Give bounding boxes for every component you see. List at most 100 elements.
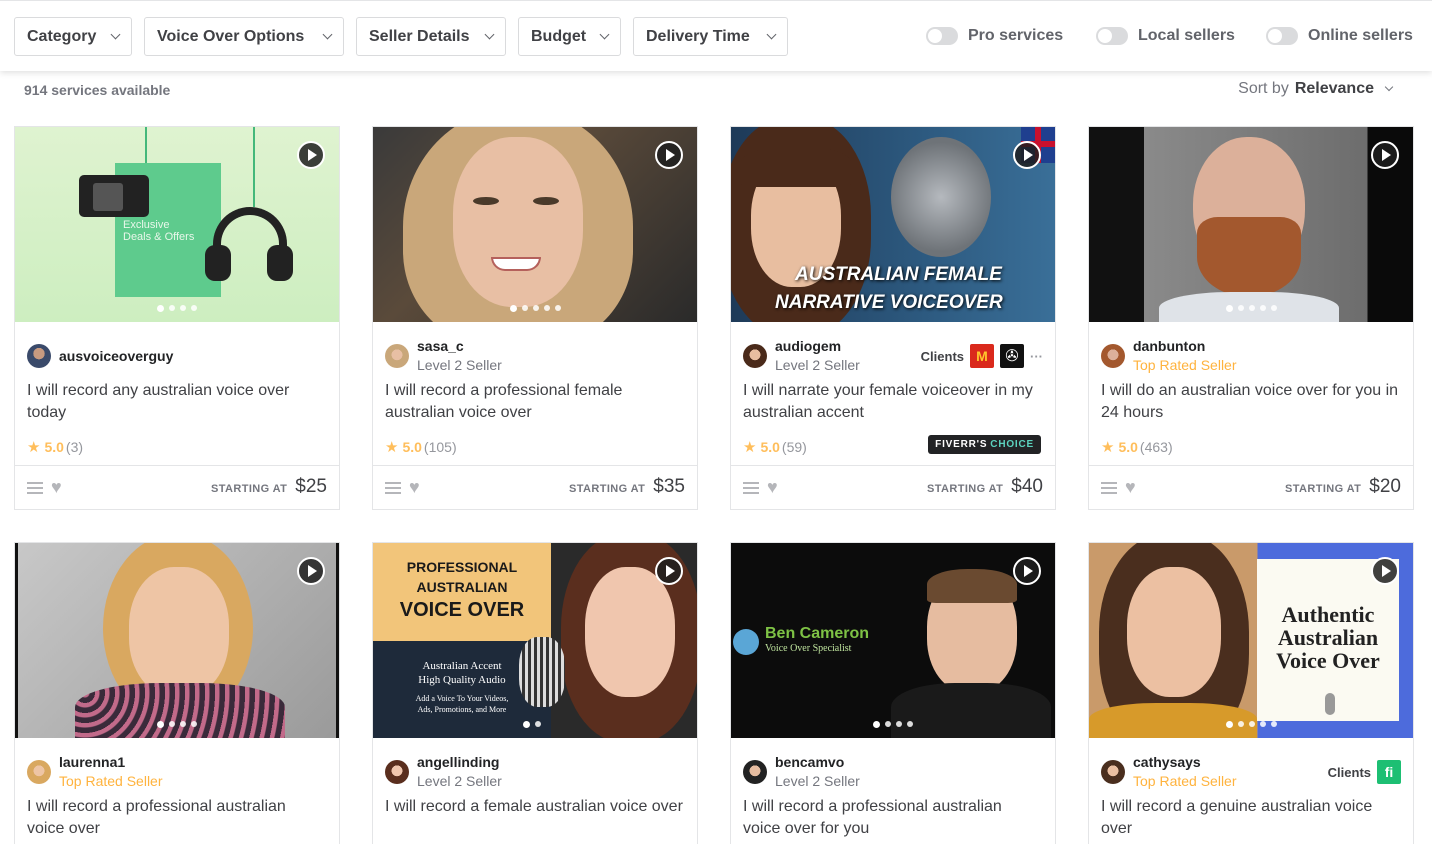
review-count: (3) xyxy=(65,439,84,455)
online-sellers-toggle[interactable]: Online sellers xyxy=(1266,27,1413,45)
gig-price[interactable]: STARTING AT $35 xyxy=(569,476,685,498)
carousel-dots[interactable] xyxy=(731,721,1055,728)
carousel-dots[interactable] xyxy=(373,721,697,728)
toggle-switch[interactable] xyxy=(1266,27,1298,45)
category-filter-button[interactable]: Category xyxy=(14,17,132,56)
carousel-dots[interactable] xyxy=(1089,305,1413,312)
gig-card[interactable]: Exclusive Deals & Offers ausvoiceoverguy… xyxy=(14,126,340,510)
seller-username[interactable]: audiogem xyxy=(775,338,841,354)
play-icon[interactable] xyxy=(1013,141,1041,169)
menu-icon[interactable] xyxy=(743,482,759,494)
carousel-dots[interactable] xyxy=(373,305,697,312)
gig-thumbnail[interactable]: Exclusive Deals & Offers xyxy=(15,127,339,322)
gig-price[interactable]: STARTING AT $40 xyxy=(927,476,1043,498)
rating-value: 5.0 xyxy=(402,439,422,455)
gig-card[interactable]: AUSTRALIAN FEMALE NARRATIVE VOICEOVER au… xyxy=(730,126,1056,510)
gig-title[interactable]: I will record a professional australian … xyxy=(27,796,327,840)
filter-label: Budget xyxy=(531,27,587,45)
more-icon[interactable]: ··· xyxy=(1030,349,1043,364)
avatar[interactable] xyxy=(1101,760,1125,784)
gig-card[interactable]: PROFESSIONAL AUSTRALIAN VOICE OVER Austr… xyxy=(372,542,698,844)
avatar[interactable] xyxy=(743,760,767,784)
play-icon[interactable] xyxy=(1371,141,1399,169)
avatar[interactable] xyxy=(743,344,767,368)
gig-card[interactable]: laurenna1 Top Rated Seller I will record… xyxy=(14,542,340,844)
avatar[interactable] xyxy=(385,760,409,784)
gig-thumbnail[interactable]: Authentic Australian Voice Over xyxy=(1089,543,1413,738)
gig-title[interactable]: I will record a female australian voice … xyxy=(385,796,685,818)
gig-thumbnail[interactable]: Ben Cameron Voice Over Specialist xyxy=(731,543,1055,738)
toggle-switch[interactable] xyxy=(926,27,958,45)
heart-icon[interactable]: ♥ xyxy=(409,477,420,498)
seller-username[interactable]: danbunton xyxy=(1133,338,1205,354)
budget-filter-button[interactable]: Budget xyxy=(518,17,621,56)
thumbnail-text: Authentic xyxy=(1281,602,1375,627)
play-icon[interactable] xyxy=(1013,557,1041,585)
seller-username[interactable]: angellinding xyxy=(417,754,499,770)
sort-label: Sort by xyxy=(1238,80,1289,97)
play-icon[interactable] xyxy=(655,141,683,169)
voice-over-options-filter-button[interactable]: Voice Over Options xyxy=(144,17,344,56)
carousel-dots[interactable] xyxy=(15,305,339,312)
gig-title[interactable]: I will do an australian voice over for y… xyxy=(1101,380,1401,424)
heart-icon[interactable]: ♥ xyxy=(1125,477,1136,498)
gig-card[interactable]: danbunton Top Rated Seller I will do an … xyxy=(1088,126,1414,510)
seller-username[interactable]: sasa_c xyxy=(417,338,464,354)
menu-icon[interactable] xyxy=(385,482,401,494)
price-amount: $35 xyxy=(653,476,685,497)
gig-card[interactable]: Ben Cameron Voice Over Specialist bencam… xyxy=(730,542,1056,844)
gig-title[interactable]: I will record a professional australian … xyxy=(743,796,1043,840)
toggle-switch[interactable] xyxy=(1096,27,1128,45)
avatar[interactable] xyxy=(1101,344,1125,368)
starting-at-label: STARTING AT xyxy=(568,483,646,495)
badge-text: FIVERR'S xyxy=(935,439,988,450)
filter-label: Seller Details xyxy=(369,27,470,45)
seller-details-filter-button[interactable]: Seller Details xyxy=(356,17,506,56)
rating-value: 5.0 xyxy=(760,439,780,455)
gig-card[interactable]: sasa_c Level 2 Seller I will record a pr… xyxy=(372,126,698,510)
seller-username[interactable]: laurenna1 xyxy=(59,754,125,770)
thumbnail-text: Ben Cameron xyxy=(765,625,870,642)
delivery-time-filter-button[interactable]: Delivery Time xyxy=(633,17,788,56)
chevron-down-icon xyxy=(110,29,121,40)
gig-thumbnail[interactable]: AUSTRALIAN FEMALE NARRATIVE VOICEOVER xyxy=(731,127,1055,322)
heart-icon[interactable]: ♥ xyxy=(51,477,62,498)
avatar[interactable] xyxy=(27,344,51,368)
starting-at-label: STARTING AT xyxy=(210,483,288,495)
results-count: 914 services available xyxy=(24,82,171,98)
play-icon[interactable] xyxy=(655,557,683,585)
gig-thumbnail[interactable] xyxy=(1089,127,1413,322)
menu-icon[interactable] xyxy=(1101,482,1117,494)
seller-level: Top Rated Seller xyxy=(1133,773,1237,789)
seller-username[interactable]: cathysays xyxy=(1133,754,1201,770)
avatar[interactable] xyxy=(27,760,51,784)
gig-rating: ★ 5.0 (59) xyxy=(743,438,807,456)
play-icon[interactable] xyxy=(297,141,325,169)
carousel-dots[interactable] xyxy=(1089,721,1413,728)
gig-price[interactable]: STARTING AT $25 xyxy=(211,476,327,498)
gig-thumbnail[interactable]: PROFESSIONAL AUSTRALIAN VOICE OVER Austr… xyxy=(373,543,697,738)
gig-title[interactable]: I will record any australian voice over … xyxy=(27,380,327,424)
carousel-dots[interactable] xyxy=(15,721,339,728)
play-icon[interactable] xyxy=(1371,557,1399,585)
pro-services-toggle[interactable]: Pro services xyxy=(926,27,1063,45)
seller-info: danbunton Top Rated Seller xyxy=(1101,338,1401,373)
gig-thumbnail[interactable] xyxy=(373,127,697,322)
seller-username[interactable]: bencamvo xyxy=(775,754,844,770)
gig-title[interactable]: I will narrate your female voiceover in … xyxy=(743,380,1043,424)
filter-label: Voice Over Options xyxy=(157,27,305,45)
thumbnail-text: Voice Over Specialist xyxy=(765,643,852,654)
seller-username[interactable]: ausvoiceoverguy xyxy=(59,348,173,364)
gig-title[interactable]: I will record a professional female aust… xyxy=(385,380,685,424)
local-sellers-toggle[interactable]: Local sellers xyxy=(1096,27,1235,45)
heart-icon[interactable]: ♥ xyxy=(767,477,778,498)
menu-icon[interactable] xyxy=(27,482,43,494)
chevron-down-icon xyxy=(766,29,777,40)
gig-card[interactable]: Authentic Australian Voice Over cathysay… xyxy=(1088,542,1414,844)
avatar[interactable] xyxy=(385,344,409,368)
sort-dropdown[interactable]: Sort by Relevance xyxy=(1238,80,1394,98)
gig-thumbnail[interactable] xyxy=(15,543,339,738)
gig-title[interactable]: I will record a genuine australian voice… xyxy=(1101,796,1401,840)
gig-price[interactable]: STARTING AT $20 xyxy=(1285,476,1401,498)
play-icon[interactable] xyxy=(297,557,325,585)
